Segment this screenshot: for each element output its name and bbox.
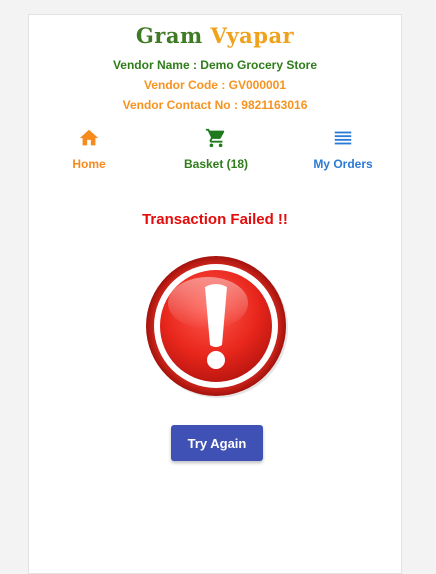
transaction-status-title: Transaction Failed !!: [142, 211, 288, 228]
list-icon: [334, 131, 352, 145]
nav-my-orders[interactable]: My Orders: [283, 127, 403, 177]
main-card: Gram Vyapar Vendor Name : Demo Grocery S…: [28, 14, 402, 574]
nav-home-label: Home: [72, 157, 106, 171]
nav-bar: Home Basket (18) My Orders: [29, 127, 401, 179]
home-icon: [79, 129, 99, 146]
brand-logo: Gram Vyapar: [29, 23, 401, 49]
vendor-code: Vendor Code : GV000001: [143, 78, 287, 92]
cart-icon: [205, 128, 225, 148]
nav-my-orders-label: My Orders: [313, 157, 373, 171]
nav-basket[interactable]: Basket (18): [156, 127, 276, 177]
try-again-button[interactable]: Try Again: [171, 425, 263, 461]
nav-home[interactable]: Home: [29, 127, 149, 177]
vendor-contact: Vendor Contact No : 9821163016: [122, 98, 308, 112]
brand-word-gram: Gram: [135, 23, 203, 48]
brand-word-vyapar: Vyapar: [210, 23, 295, 48]
nav-basket-label: Basket (18): [183, 157, 249, 171]
exclamation-alert-icon: [146, 256, 288, 398]
vendor-name: Vendor Name : Demo Grocery Store: [112, 58, 318, 72]
